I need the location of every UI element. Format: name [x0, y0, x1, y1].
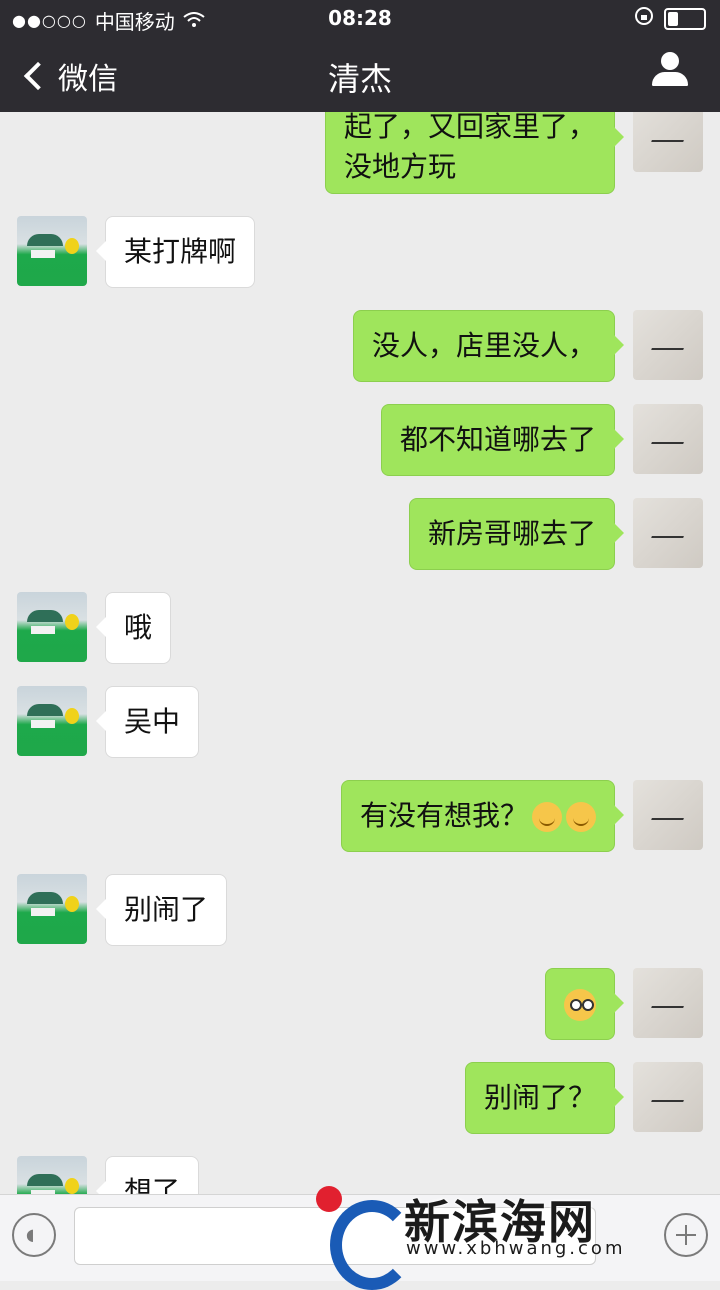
sent-bubble[interactable]: 起了，又回家里了， 没地方玩	[324, 112, 625, 194]
message-text: 都不知道哪去了	[399, 423, 596, 456]
status-right	[634, 6, 706, 31]
voice-icon: ◖	[26, 1225, 35, 1244]
message-text: 新房哥哪去了	[427, 517, 596, 550]
battery-icon	[664, 7, 706, 30]
chat-area[interactable]: 起了，又回家里了， 没地方玩 某打牌啊 没人，店里没人， 都不知道哪去了 新房哥…	[0, 112, 720, 1194]
message-text: 有没有想我？	[359, 799, 528, 832]
my-avatar[interactable]	[633, 112, 703, 172]
contact-avatar[interactable]	[17, 216, 87, 286]
received-bubble[interactable]: 别闹了	[95, 874, 228, 946]
voice-input-button[interactable]: ◖	[12, 1213, 56, 1257]
contact-avatar[interactable]	[17, 1156, 87, 1194]
contact-avatar[interactable]	[17, 874, 87, 944]
my-avatar[interactable]	[633, 498, 703, 568]
message-text: 某打牌啊	[124, 235, 237, 268]
my-avatar[interactable]	[633, 780, 703, 850]
watermark-url: www.xbhwang.com	[406, 1238, 626, 1259]
my-avatar[interactable]	[633, 1062, 703, 1132]
received-bubble[interactable]: 想了	[95, 1156, 200, 1194]
watermark-logo-icon	[306, 1180, 414, 1290]
sent-bubble[interactable]: 新房哥哪去了	[408, 498, 625, 570]
chat-title: 清杰	[327, 60, 392, 98]
smile-emoji-icon	[566, 802, 596, 832]
message-text: 别闹了	[124, 893, 209, 926]
nav-bar: 微信 清杰	[0, 36, 720, 112]
contact-avatar[interactable]	[17, 592, 87, 662]
message-text: 哦	[124, 611, 153, 644]
watermark: 新滨海网 www.xbhwang.com	[300, 1170, 710, 1290]
sent-bubble[interactable]: 都不知道哪去了	[380, 404, 625, 476]
message-text: 别闹了？	[483, 1081, 596, 1114]
contact-profile-icon[interactable]	[652, 52, 688, 88]
my-avatar[interactable]	[633, 968, 703, 1038]
received-bubble[interactable]: 哦	[95, 592, 172, 664]
confused-emoji-icon	[564, 989, 596, 1021]
sent-bubble[interactable]: 没人，店里没人，	[352, 310, 625, 382]
message-text: 想了	[124, 1175, 181, 1194]
message-text: 没地方玩	[343, 150, 456, 183]
sent-bubble[interactable]: 别闹了？	[464, 1062, 625, 1134]
message-text: 起了，又回家里了，	[343, 112, 596, 143]
status-bar: ●●○○○ 中国移动 08:28	[0, 0, 720, 36]
message-text: 没人，店里没人，	[371, 329, 596, 362]
my-avatar[interactable]	[633, 404, 703, 474]
received-bubble[interactable]: 吴中	[95, 686, 200, 758]
sent-bubble[interactable]	[545, 968, 624, 1040]
message-text: 吴中	[124, 705, 181, 738]
my-avatar[interactable]	[633, 310, 703, 380]
rotation-lock-icon	[634, 6, 654, 31]
status-time: 08:28	[328, 6, 392, 30]
sent-bubble[interactable]: 有没有想我？	[340, 780, 625, 852]
smile-emoji-icon	[532, 802, 562, 832]
contact-avatar[interactable]	[17, 686, 87, 756]
received-bubble[interactable]: 某打牌啊	[95, 216, 256, 288]
